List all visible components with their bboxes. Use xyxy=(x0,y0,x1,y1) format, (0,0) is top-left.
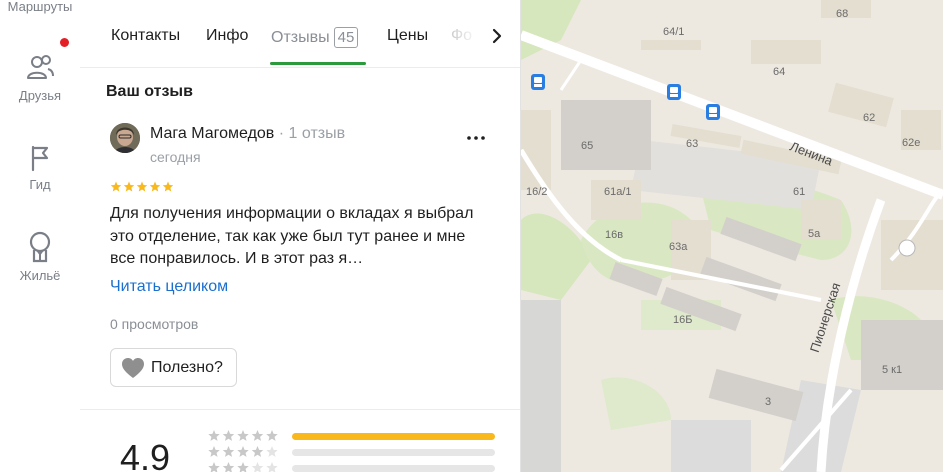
distribution-bar xyxy=(292,449,495,456)
star-icon xyxy=(208,430,220,441)
tab-contacts[interactable]: Контакты xyxy=(111,27,180,45)
review-text: Для получения информации о вкладах я выб… xyxy=(110,205,474,267)
star-icon xyxy=(266,446,278,457)
house-number: 3 xyxy=(765,396,772,408)
useful-button[interactable]: Полезно? xyxy=(110,348,237,387)
notification-dot xyxy=(60,38,69,47)
rating-value: 4.9 xyxy=(120,437,171,472)
org-card-panel: Контакты Инфо Отзывы45 Цены Фо Ваш отзыв… xyxy=(80,0,521,472)
star-icon xyxy=(237,446,249,457)
star-icon xyxy=(222,446,235,457)
rail-item-housing-label: Жильё xyxy=(19,268,61,283)
rail-item-routes[interactable]: Маршруты xyxy=(0,0,80,15)
left-rail: Маршруты Друзья Гид Жильё xyxy=(0,0,81,472)
house-number: 64/1 xyxy=(663,26,685,38)
tab-reviews-label: Отзывы xyxy=(271,29,330,46)
useful-label: Полезно? xyxy=(151,358,223,376)
star-icon xyxy=(266,430,278,441)
star-icon xyxy=(123,181,135,192)
star-icon xyxy=(162,181,174,192)
author-name[interactable]: Мага Магомедов · 1 отзыв xyxy=(150,125,345,143)
friends-icon xyxy=(27,55,54,79)
tab-prices[interactable]: Цены xyxy=(387,27,428,45)
avatar-image xyxy=(110,123,140,153)
author-reviews-count: 1 отзыв xyxy=(288,125,346,142)
rail-item-routes-label: Маршруты xyxy=(7,0,73,14)
star-icon xyxy=(149,181,161,192)
views-count: 0 просмотров xyxy=(110,316,199,332)
star-icon xyxy=(266,462,278,472)
map[interactable]: 68 64/1 64 62 62е 65 63 61 16/2 61а/1 16… xyxy=(521,0,943,472)
distribution-bar xyxy=(292,433,495,440)
bus-stop-icon[interactable] xyxy=(706,104,720,120)
house-number: 16Б xyxy=(673,314,693,326)
star-icon xyxy=(222,462,235,472)
map-canvas xyxy=(521,0,943,472)
avatar[interactable] xyxy=(110,123,140,153)
star-icon xyxy=(208,462,220,472)
tabs-bar: Контакты Инфо Отзывы45 Цены Фо xyxy=(80,0,520,68)
housing-icon xyxy=(29,231,51,263)
heart-icon xyxy=(122,357,144,378)
distribution-stars xyxy=(208,462,278,472)
distribution-stars xyxy=(208,430,278,441)
reviews-count-badge: 45 xyxy=(333,27,359,48)
bus-stop-icon[interactable] xyxy=(667,84,681,100)
star-icon xyxy=(251,462,264,472)
house-number: 16в xyxy=(605,229,624,241)
chevron-right-icon[interactable] xyxy=(485,24,509,48)
star-icon xyxy=(110,181,122,192)
rail-item-guide[interactable]: Гид xyxy=(0,143,80,192)
house-number: 64 xyxy=(773,66,786,78)
house-number: 16/2 xyxy=(526,186,548,198)
author-name-text: Мага Магомедов xyxy=(150,125,275,142)
tab-info[interactable]: Инфо xyxy=(206,27,248,45)
review-date: сегодня xyxy=(150,149,201,165)
review-stars xyxy=(110,181,174,192)
house-number: 65 xyxy=(581,140,594,152)
read-more-link[interactable]: Читать целиком xyxy=(110,278,228,296)
house-number: 63а xyxy=(669,241,688,253)
tab-reviews[interactable]: Отзывы 45 xyxy=(271,27,359,48)
house-number: 61 xyxy=(793,186,806,198)
house-number: 5 к1 xyxy=(882,364,903,376)
distribution-bar-fill xyxy=(292,433,495,440)
rail-item-friends-label: Друзья xyxy=(18,88,62,103)
star-icon xyxy=(222,430,235,441)
house-number: 62е xyxy=(902,137,921,149)
house-number: 68 xyxy=(836,8,849,20)
distribution-stars xyxy=(208,446,278,457)
house-number: 5а xyxy=(808,228,821,240)
rail-item-housing[interactable]: Жильё xyxy=(0,230,80,283)
more-options-icon[interactable] xyxy=(464,126,488,150)
bus-stop-icon[interactable] xyxy=(531,74,545,90)
active-tab-indicator xyxy=(270,62,366,65)
flag-icon xyxy=(31,145,49,172)
house-number: 61а/1 xyxy=(604,186,632,198)
rail-item-guide-label: Гид xyxy=(29,177,51,192)
star-icon xyxy=(251,430,264,441)
rail-item-friends[interactable]: Друзья xyxy=(0,52,80,103)
house-number: 63 xyxy=(686,138,699,150)
star-icon xyxy=(251,446,264,457)
section-title: Ваш отзыв xyxy=(106,83,193,100)
star-icon xyxy=(237,462,249,472)
star-icon xyxy=(136,181,148,192)
star-icon xyxy=(237,430,249,441)
distribution-bar xyxy=(292,465,495,472)
star-icon xyxy=(208,446,220,457)
house-number: 62 xyxy=(863,112,876,124)
tabs-fade xyxy=(450,24,480,52)
divider xyxy=(80,409,520,410)
author-meta-separator: · xyxy=(278,125,289,142)
